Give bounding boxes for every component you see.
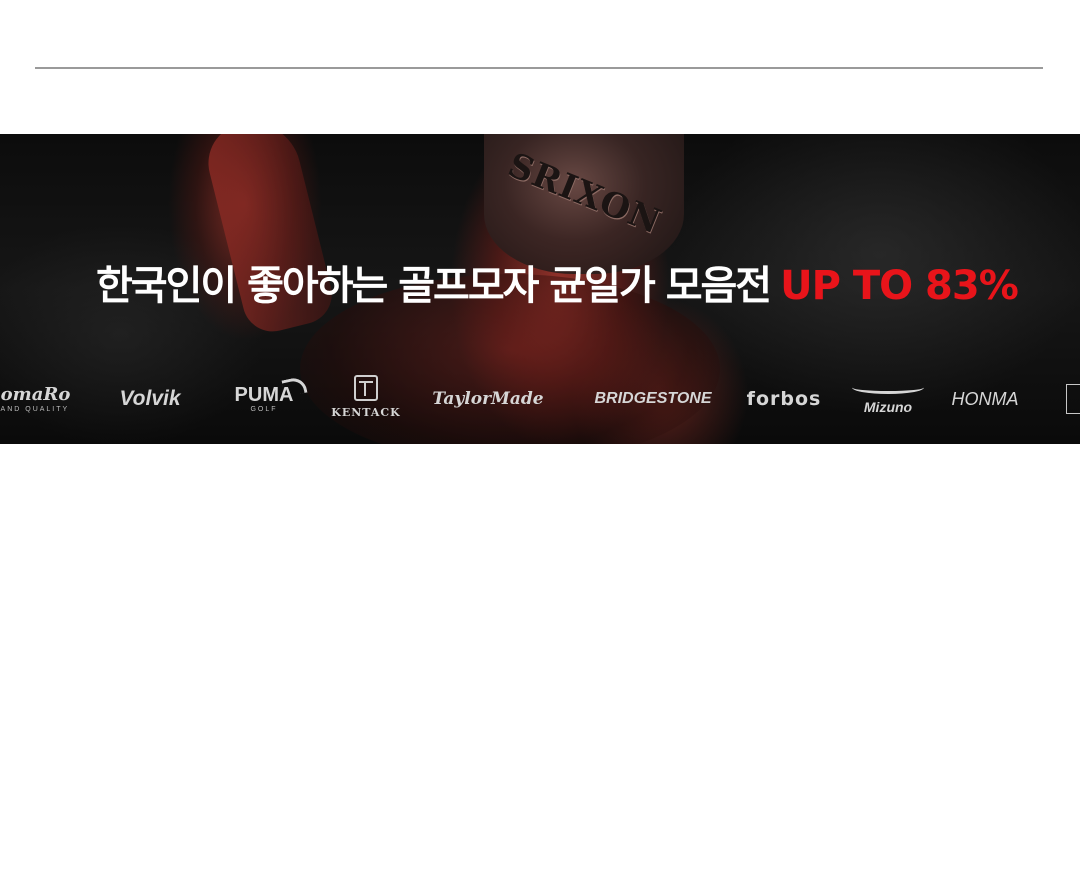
brand-logo-kentack: KENTACK (328, 374, 404, 424)
brand-logo-taylormade: TaylorMade (428, 374, 548, 424)
brand-logo-romaro-sub: BRAND QUALITY (0, 405, 70, 413)
mizuno-runbird-icon (852, 381, 924, 394)
brand-logo-puma-sub: GOLF (250, 405, 278, 413)
brand-logo-partial-icon (1066, 384, 1080, 414)
kentack-emblem-icon (354, 375, 378, 401)
brand-logo-mizuno-name: Mizuno (863, 399, 913, 415)
brand-logo-volvik-name: Volvik (119, 387, 181, 410)
brand-logo-bridgestone: BRIDGESTONE (590, 374, 716, 424)
page: SRIXON 한국인이 좋아하는 골프모자 균일가 모음전UP TO 83% R… (0, 0, 1080, 892)
banner-headline: 한국인이 좋아하는 골프모자 균일가 모음전 UP TO 83% (96, 256, 1019, 316)
brand-logo-forbos-name: forbos (746, 388, 822, 410)
brand-logo-puma: PUMA GOLF (226, 374, 308, 424)
brand-logo-bridgestone-name: BRIDGESTONE (594, 390, 712, 407)
top-divider (35, 67, 1043, 69)
brand-logo-honma: HONMA (950, 374, 1020, 424)
brand-logo-kentack-name: KENTACK (331, 406, 401, 419)
headline-main-text: 한국인이 좋아하는 골프모자 균일가 모음전 (96, 263, 772, 309)
brand-logo-romaro: RomaRo BRAND QUALITY (0, 374, 70, 424)
brand-logo-taylormade-name: TaylorMade (432, 389, 544, 409)
brand-logo-mizuno: Mizuno (848, 374, 928, 424)
brand-logo-volvik: Volvik (110, 374, 190, 424)
headline-discount-text: UP TO 83% (780, 263, 1019, 309)
brand-logo-strip: RomaRo BRAND QUALITY Volvik PUMA GOLF KE… (0, 374, 1080, 424)
brand-logo-forbos: forbos (740, 374, 828, 424)
brand-logo-romaro-name: RomaRo (0, 383, 71, 405)
promo-banner[interactable]: SRIXON 한국인이 좋아하는 골프모자 균일가 모음전UP TO 83% R… (0, 134, 1080, 444)
puma-cat-icon (281, 375, 308, 398)
brand-logo-honma-name: HONMA (951, 389, 1019, 409)
